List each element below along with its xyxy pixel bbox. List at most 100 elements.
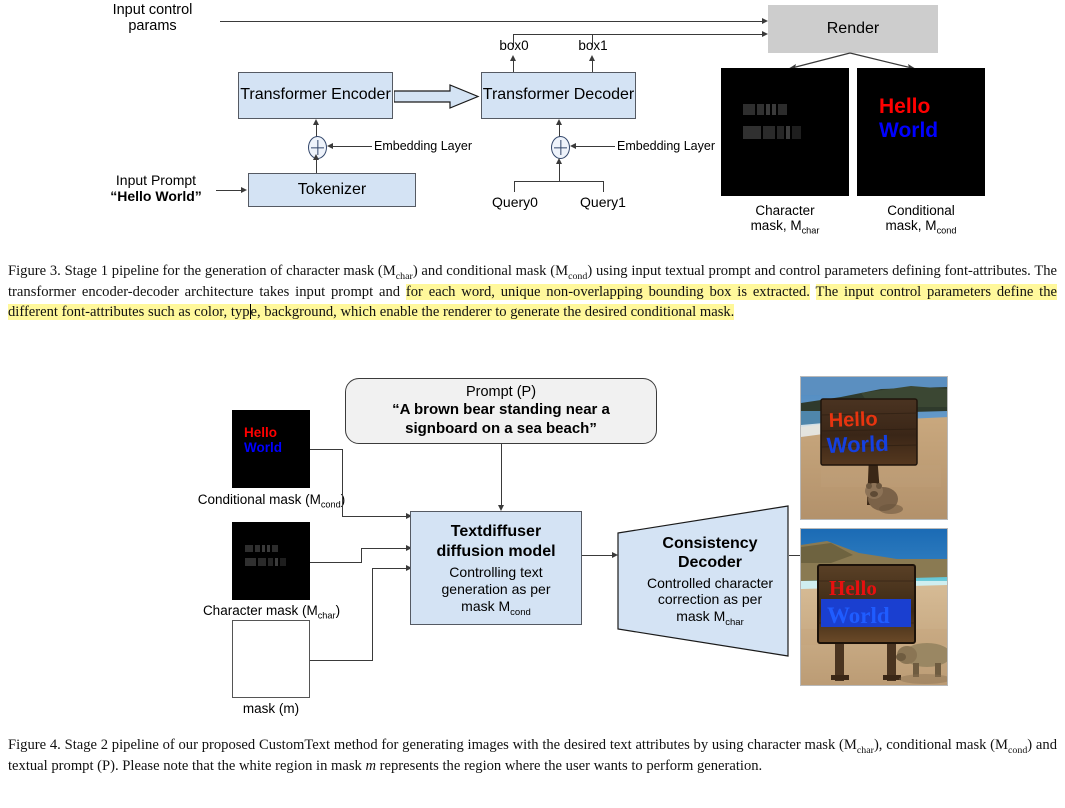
output-photo-top: Hello World (800, 376, 948, 520)
transformer-decoder-label: Transformer Decoder (482, 86, 635, 104)
oplus-left-to-encoder-arrowhead (313, 119, 319, 125)
query1-label: Query1 (580, 194, 626, 210)
white-mask-to-model-line (372, 568, 409, 569)
caption3-sub1: char (395, 270, 413, 282)
queries-to-oplus-line (559, 163, 560, 181)
caption3-seg2: ) and conditional mask (M (412, 263, 569, 279)
caption3-sub2: cond (568, 270, 588, 282)
query0-label: Query0 (492, 194, 538, 210)
fig4-conditional-mask-thumbnail: Hello World (232, 410, 310, 488)
tokenizer-label: Tokenizer (297, 181, 367, 198)
caption4-seg4: represents the region where the user wan… (376, 758, 763, 775)
figure-3-diagram: Input control params box0 box1 Render He… (0, 0, 1065, 248)
caption4-math-m: m (365, 758, 377, 775)
fig4-char-label-end: ) (335, 603, 341, 618)
oplus-right-to-decoder-arrowhead (556, 119, 562, 125)
cond-mask-hello: Hello (879, 95, 931, 118)
consistency-sub-sub: char (725, 617, 744, 628)
caption4-seg2: ), conditional mask (M (873, 737, 1009, 753)
embedding-layer-left-label: Embedding Layer (374, 139, 472, 153)
cond-mask-world: World (879, 119, 939, 142)
figure-3-caption: Figure 3. Stage 1 pipeline for the gener… (8, 262, 1057, 323)
query1-bracket-stem (603, 181, 604, 192)
caption3-lead: Figure 3. (8, 263, 61, 279)
box0-label: box0 (499, 38, 529, 53)
caption4-sub2: cond (1008, 744, 1028, 756)
box-bracket-horizontal (513, 34, 593, 35)
character-mask-caption: Character mask, Mchar (721, 203, 849, 236)
character-mask-caption-sub: char (801, 225, 820, 236)
fig4-character-mask-label: Character mask (Mchar) (189, 603, 354, 621)
render-label: Render (826, 20, 880, 37)
char-mask-riser (361, 548, 362, 562)
queries-to-oplus-arrowhead (556, 158, 562, 164)
embedding-left-connector (333, 146, 372, 147)
textdiffuser-subtitle: Controlling text generation as per mask … (442, 564, 551, 618)
transformer-decoder-box[interactable]: Transformer Decoder (481, 72, 636, 119)
prompt-box[interactable]: Prompt (P) “A brown bear standing near a… (345, 378, 657, 444)
consistency-title: Consistency Decoder (662, 534, 758, 572)
embedding-add-right (551, 136, 570, 159)
caption3-highlight-1: for each word, unique non-overlapping bo… (405, 284, 810, 301)
consistency-sub-text: Controlled character correction as per m… (646, 574, 774, 625)
query0-bracket-stem (514, 181, 515, 192)
char-mask-out-line (310, 562, 362, 563)
render-box[interactable]: Render (768, 5, 938, 53)
tokenizer-to-oplus-arrowhead (313, 154, 319, 160)
decoder-to-box1-arrowhead (589, 55, 595, 61)
fig4-cond-world: World (244, 440, 282, 455)
caption3-highlight-3: e, background, which enable the renderer… (250, 304, 735, 321)
conditional-mask-caption-sub: cond (936, 225, 957, 236)
textdiffuser-box[interactable]: Textdiffuser diffusion model Controlling… (410, 511, 582, 625)
transformer-encoder-box[interactable]: Transformer Encoder (238, 72, 393, 119)
consistency-subtitle: Controlled character correction as per m… (647, 575, 773, 629)
svg-text:Hello: Hello (828, 408, 878, 432)
tokenizer-to-oplus-line (316, 158, 317, 173)
prompt-to-tokenizer-line (216, 190, 243, 191)
transformer-encoder-label: Transformer Encoder (240, 86, 391, 104)
character-mask-thumbnail (721, 68, 849, 196)
caption3-seg4 (810, 284, 816, 300)
char-mask-to-model-line (361, 548, 409, 549)
prompt-title: Prompt (P) (465, 383, 537, 400)
fig4-character-mask-thumbnail (232, 522, 310, 600)
embedding-left-arrowhead (327, 142, 333, 149)
embedding-right-connector (576, 146, 615, 147)
input-control-params-connector (220, 21, 764, 22)
input-prompt-label: Input Prompt “Hello World” (96, 172, 216, 204)
textdiffuser-sub-text: Controlling text generation as per mask … (441, 564, 551, 614)
tokenizer-box[interactable]: Tokenizer (248, 173, 416, 207)
cond-mask-out-line (310, 449, 343, 450)
decoder-to-box0-arrowhead (510, 55, 516, 61)
svg-text:Hello: Hello (829, 576, 877, 600)
encoder-to-decoder-block-arrow (393, 84, 480, 109)
figure-4-diagram: Hello World Conditional mask (Mcond) Cha… (0, 370, 1065, 716)
conditional-mask-thumbnail: Hello World (857, 68, 985, 196)
prompt-text: “A brown bear standing near a signboard … (392, 400, 610, 437)
svg-text:World: World (826, 431, 889, 458)
textdiffuser-sub-sub: cond (510, 606, 531, 618)
figure-4-caption: Figure 4. Stage 2 pipeline of our propos… (8, 736, 1057, 777)
input-prompt-value: “Hello World” (110, 187, 202, 204)
fig4-char-label-sub: char (317, 610, 336, 621)
model-to-decoder-line (582, 555, 614, 556)
fig4-cond-label-text: Conditional mask (M (197, 492, 321, 507)
caption4-lead: Figure 4. (8, 737, 61, 753)
fig4-white-mask-label: mask (m) (242, 701, 300, 716)
consistency-decoder-shape[interactable]: Consistency Decoder Controlled character… (617, 505, 789, 657)
fig4-cond-hello: Hello (244, 425, 278, 440)
fig4-conditional-mask-label: Conditional mask (Mcond) (189, 492, 354, 510)
prompt-to-model-line (501, 444, 502, 506)
box1-label: box1 (578, 38, 608, 53)
query-bracket-horizontal (514, 181, 604, 182)
textdiffuser-title: Textdiffuser diffusion model (436, 523, 556, 560)
output-photo-bottom: Hello World (800, 528, 948, 686)
input-control-params-label: Input control params (112, 2, 193, 35)
embedding-layer-right-label: Embedding Layer (617, 139, 715, 153)
fig4-cond-label-sub: cond (320, 499, 341, 510)
caption3-seg1: Stage 1 pipeline for the generation of c… (60, 263, 396, 279)
caption4-sub1: char (856, 744, 874, 756)
white-mask-out-line (310, 660, 373, 661)
white-mask-riser (372, 568, 373, 661)
fig4-char-label-text: Character mask (M (202, 603, 318, 618)
